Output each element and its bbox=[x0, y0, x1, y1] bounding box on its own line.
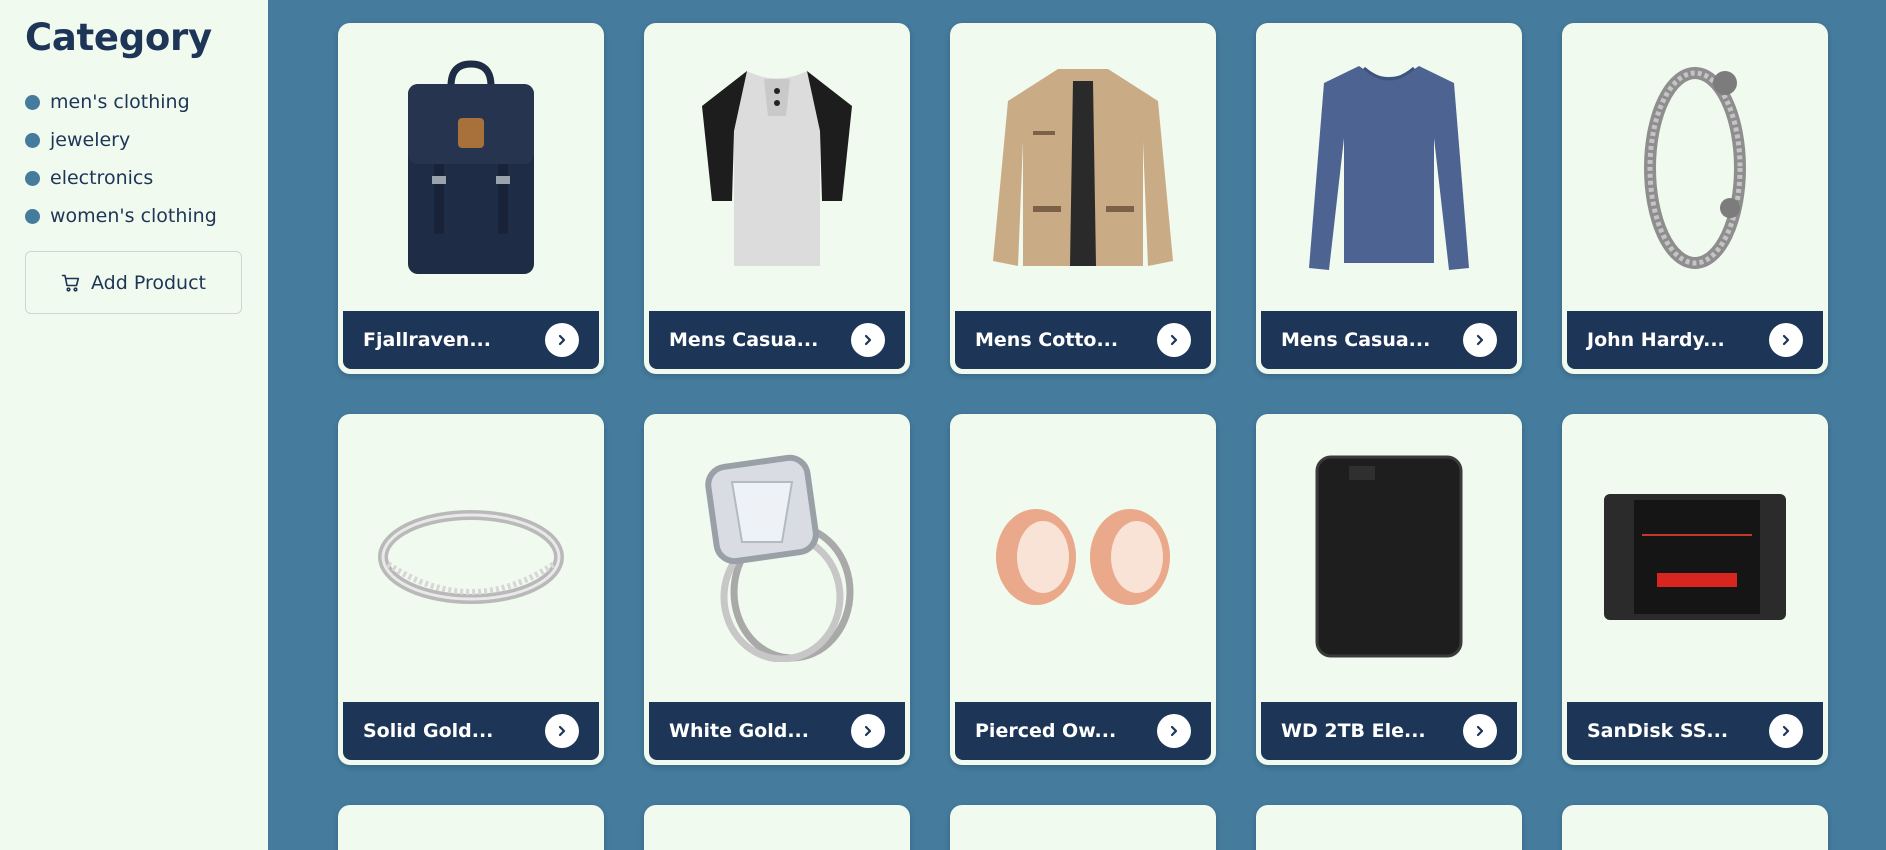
product-card[interactable]: SanDisk SS... bbox=[1562, 414, 1828, 765]
sidebar-title: Category bbox=[25, 16, 212, 59]
product-grid: Fjallraven... Mens Casua... Mens Cotto..… bbox=[338, 23, 1828, 850]
diamond-ring-image bbox=[644, 414, 910, 699]
chevron-right-icon bbox=[864, 334, 872, 346]
product-name: Fjallraven... bbox=[363, 329, 491, 351]
category-item-mens-clothing[interactable]: men's clothing bbox=[25, 83, 243, 121]
product-card[interactable]: WD 2TB Ele... bbox=[1256, 414, 1522, 765]
product-name: White Gold... bbox=[669, 720, 809, 742]
card-footer: WD 2TB Ele... bbox=[1261, 702, 1517, 760]
product-card[interactable] bbox=[338, 805, 604, 850]
ear-plugs-image bbox=[950, 414, 1216, 699]
product-details-button[interactable] bbox=[1769, 323, 1803, 357]
chevron-right-icon bbox=[558, 725, 566, 737]
category-sidebar: Category men's clothing jewelery electro… bbox=[0, 0, 268, 850]
chevron-right-icon bbox=[1476, 334, 1484, 346]
card-footer: John Hardy... bbox=[1567, 311, 1823, 369]
chevron-right-icon bbox=[1782, 725, 1790, 737]
ssd-image bbox=[1562, 414, 1828, 699]
product-name: Mens Cotto... bbox=[975, 329, 1119, 351]
tshirt-image bbox=[644, 23, 910, 308]
chevron-right-icon bbox=[1782, 334, 1790, 346]
product-details-button[interactable] bbox=[1463, 714, 1497, 748]
product-name: Mens Casua... bbox=[669, 329, 819, 351]
chevron-right-icon bbox=[864, 725, 872, 737]
product-name: John Hardy... bbox=[1587, 329, 1725, 351]
backpack-image bbox=[338, 23, 604, 308]
card-footer: Fjallraven... bbox=[343, 311, 599, 369]
product-details-button[interactable] bbox=[1463, 323, 1497, 357]
product-name: SanDisk SS... bbox=[1587, 720, 1729, 742]
category-list: men's clothing jewelery electronics wome… bbox=[25, 83, 243, 235]
bullet-icon bbox=[25, 170, 40, 186]
product-card[interactable] bbox=[1256, 805, 1522, 850]
product-details-button[interactable] bbox=[851, 323, 885, 357]
product-card[interactable] bbox=[1562, 805, 1828, 850]
product-name: Solid Gold... bbox=[363, 720, 494, 742]
card-footer: Mens Casua... bbox=[1261, 311, 1517, 369]
category-label: women's clothing bbox=[50, 205, 217, 227]
product-card[interactable]: Mens Cotto... bbox=[950, 23, 1216, 374]
add-product-button[interactable]: Add Product bbox=[25, 251, 242, 314]
product-details-button[interactable] bbox=[545, 714, 579, 748]
product-card[interactable]: Mens Casua... bbox=[644, 23, 910, 374]
product-name: Pierced Ow... bbox=[975, 720, 1117, 742]
hard-drive-image bbox=[1256, 414, 1522, 699]
product-card[interactable]: John Hardy... bbox=[1562, 23, 1828, 374]
category-item-electronics[interactable]: electronics bbox=[25, 159, 243, 197]
card-footer: Mens Casua... bbox=[649, 311, 905, 369]
chevron-right-icon bbox=[1476, 725, 1484, 737]
product-card[interactable]: Solid Gold... bbox=[338, 414, 604, 765]
product-card[interactable]: White Gold... bbox=[644, 414, 910, 765]
category-label: electronics bbox=[50, 167, 154, 189]
category-label: jewelery bbox=[50, 129, 131, 151]
chevron-right-icon bbox=[1170, 334, 1178, 346]
product-card[interactable] bbox=[950, 805, 1216, 850]
product-details-button[interactable] bbox=[851, 714, 885, 748]
add-product-label: Add Product bbox=[91, 271, 206, 294]
category-item-womens-clothing[interactable]: women's clothing bbox=[25, 197, 243, 235]
product-card[interactable]: Fjallraven... bbox=[338, 23, 604, 374]
product-card[interactable]: Mens Casua... bbox=[1256, 23, 1522, 374]
chevron-right-icon bbox=[1170, 725, 1178, 737]
chevron-right-icon bbox=[558, 334, 566, 346]
card-footer: White Gold... bbox=[649, 702, 905, 760]
product-details-button[interactable] bbox=[1157, 323, 1191, 357]
bullet-icon bbox=[25, 132, 40, 148]
ring-image bbox=[338, 414, 604, 699]
longsleeve-shirt-image bbox=[1256, 23, 1522, 308]
product-name: WD 2TB Ele... bbox=[1281, 720, 1426, 742]
card-footer: Mens Cotto... bbox=[955, 311, 1211, 369]
product-name: Mens Casua... bbox=[1281, 329, 1431, 351]
card-footer: Solid Gold... bbox=[343, 702, 599, 760]
product-details-button[interactable] bbox=[1157, 714, 1191, 748]
category-label: men's clothing bbox=[50, 91, 190, 113]
bullet-icon bbox=[25, 94, 40, 110]
product-details-button[interactable] bbox=[545, 323, 579, 357]
bullet-icon bbox=[25, 208, 40, 224]
category-item-jewelery[interactable]: jewelery bbox=[25, 121, 243, 159]
bracelet-image bbox=[1562, 23, 1828, 308]
product-card[interactable]: Pierced Ow... bbox=[950, 414, 1216, 765]
product-card[interactable] bbox=[644, 805, 910, 850]
product-details-button[interactable] bbox=[1769, 714, 1803, 748]
jacket-image bbox=[950, 23, 1216, 308]
card-footer: SanDisk SS... bbox=[1567, 702, 1823, 760]
card-footer: Pierced Ow... bbox=[955, 702, 1211, 760]
cart-icon bbox=[61, 274, 80, 292]
